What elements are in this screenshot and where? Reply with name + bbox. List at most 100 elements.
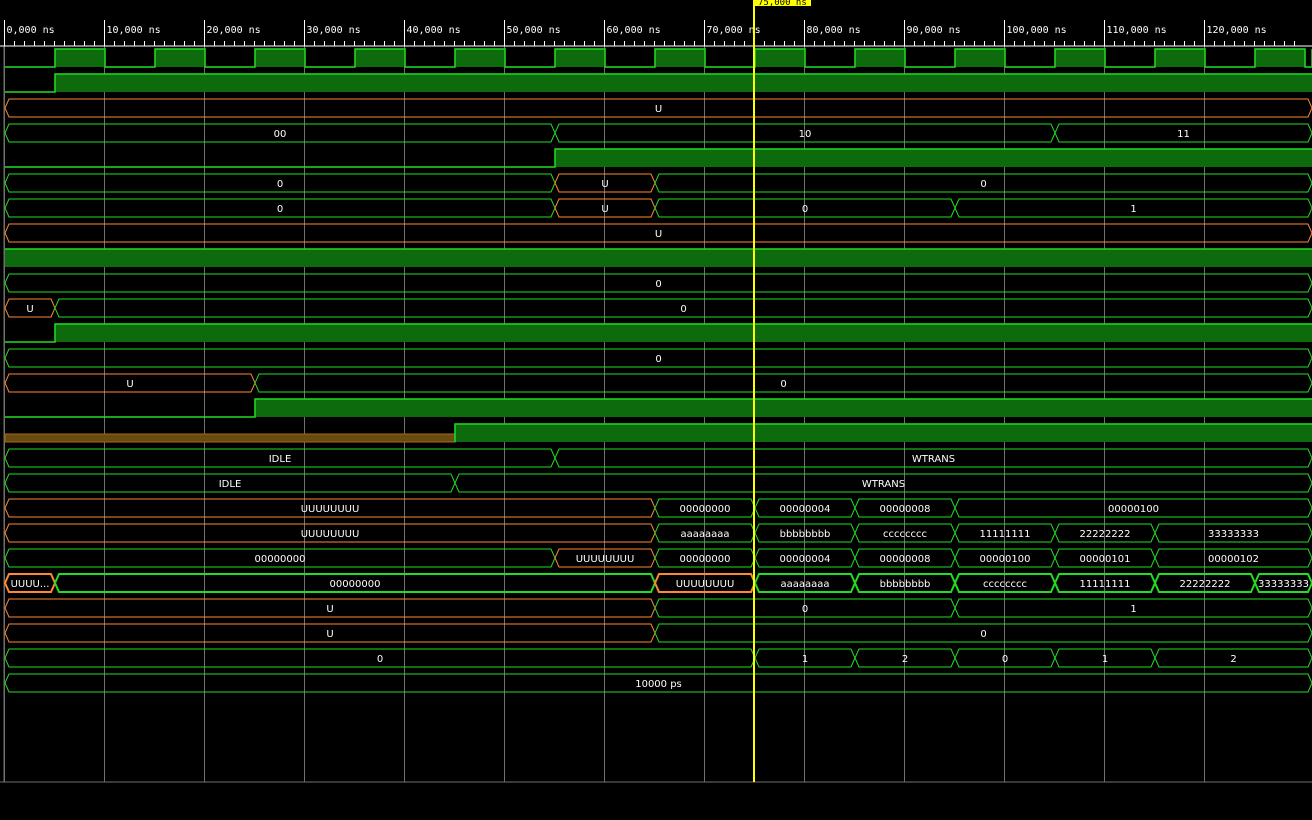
signal-row — [5, 48, 1312, 68]
bus-value: 0 — [377, 654, 383, 665]
signal-row: U0 — [4, 373, 1312, 393]
bus-value: 00000004 — [780, 504, 831, 515]
bit-undefined — [4, 433, 456, 443]
bus-value: 0 — [655, 354, 661, 365]
signal-row: U — [4, 98, 1312, 118]
bus-value: 22222222 — [1180, 579, 1231, 590]
bus-value: U — [26, 304, 33, 315]
signal-row — [5, 73, 1312, 93]
bus-value: 10000 ps — [635, 679, 682, 690]
signal-row: 0 U 0 — [4, 173, 1312, 193]
bus-value: 1 — [1130, 204, 1136, 215]
bus-value: 33333333 — [1208, 529, 1259, 540]
bit-high — [555, 149, 1312, 167]
bus-value: bbbbbbbb — [780, 529, 831, 540]
bus-value: 0 — [1002, 654, 1008, 665]
signal-row: 0 — [4, 273, 1312, 293]
signal-row: 10000 ps — [4, 673, 1312, 693]
tick-label: 100,000 ns — [1007, 25, 1067, 36]
clock-high — [55, 49, 105, 67]
signal-row: U — [4, 223, 1312, 243]
signal-row: UUUU... 00000000 UUUUUUUU aaaaaaaa bbbbbbbb c… — [3, 573, 1312, 593]
bus-value: cccccccc — [983, 579, 1027, 590]
bus-value: 0 — [680, 304, 686, 315]
bus-value: UUUUUUUU — [301, 529, 360, 540]
tick-label: 50,000 ns — [507, 25, 561, 36]
tick-label: 30,000 ns — [307, 25, 361, 36]
bus-value: 2 — [902, 654, 908, 665]
tick-label: 40,000 ns — [407, 25, 461, 36]
signal-row: IDLE WTRANS — [4, 473, 1312, 493]
tick-label: 0,000 ns — [7, 25, 55, 36]
bus-value: 11 — [1177, 129, 1190, 140]
clock-high — [1055, 49, 1105, 67]
bus-value: 11111111 — [980, 529, 1031, 540]
signal-row: 0 1 2 0 1 2 — [4, 648, 1312, 668]
bit-high — [55, 324, 1312, 342]
clock-high — [655, 49, 705, 67]
status-area — [0, 783, 1312, 820]
bus-value: 1 — [1102, 654, 1108, 665]
bus-value: bbbbbbbb — [880, 579, 931, 590]
bus-value: 1 — [802, 654, 808, 665]
tick-label: 120,000 ns — [1207, 25, 1267, 36]
bus-value: U — [601, 204, 608, 215]
bus-value: 0 — [655, 279, 661, 290]
clock-high — [255, 49, 305, 67]
bus-value: 10 — [799, 129, 812, 140]
clock-high — [955, 49, 1005, 67]
clock-high — [755, 49, 805, 67]
signal-row — [5, 398, 1312, 418]
bus-value: 00000000 — [680, 554, 731, 565]
bus-value: aaaaaaaa — [680, 529, 729, 540]
bus-value: 2 — [1230, 654, 1236, 665]
clock-high — [1155, 49, 1205, 67]
signal-row: 0 U 0 1 — [4, 198, 1312, 218]
bus-value: WTRANS — [912, 454, 955, 465]
bus-value: IDLE — [269, 454, 292, 465]
signal-row: IDLE WTRANS — [4, 448, 1312, 468]
signal-row: 00 10 11 — [4, 123, 1312, 143]
signal-row — [5, 248, 1312, 267]
bus-value: UUUU... — [11, 579, 50, 590]
bus-value: U — [326, 604, 333, 615]
clock-high — [1255, 49, 1305, 67]
bus-value: 33333333 — [1258, 579, 1309, 590]
bus-value: 00000008 — [880, 504, 931, 515]
bus-value: 00000004 — [780, 554, 831, 565]
bus-value: 00000100 — [980, 554, 1031, 565]
bus-value: 0 — [980, 179, 986, 190]
signal-row: 0 — [4, 348, 1312, 368]
bus-value: 11111111 — [1080, 579, 1131, 590]
bus-value: 0 — [802, 604, 808, 615]
signal-traces[interactable]: U00 10 110 U 00 U 0 1U0U 00U 0IDLE WTRANSIDLE WTRAN… — [3, 48, 1312, 693]
bus-value: U — [326, 629, 333, 640]
bus-value: U — [126, 379, 133, 390]
signal-row: U0 — [4, 623, 1312, 643]
time-ruler[interactable]: 0,000 ns 10,000 ns 20,000 ns 30,000 ns 40,00… — [0, 20, 1312, 47]
bus-value: 00000000 — [255, 554, 306, 565]
bus-value: UUUUUUUU — [676, 579, 735, 590]
signal-row: 00000000 UUUUUUUU 00000000 00000004 00000008… — [4, 548, 1312, 568]
bus-value: U — [655, 104, 662, 115]
bit-high — [455, 424, 1312, 442]
waveform-viewer[interactable]: 0,000 ns 10,000 ns 20,000 ns 30,000 ns 40,00… — [0, 0, 1312, 820]
signal-row: U0 — [4, 298, 1312, 318]
bus-value: cccccccc — [883, 529, 927, 540]
tick-label: 20,000 ns — [207, 25, 261, 36]
bus-value: 0 — [802, 204, 808, 215]
clock-high — [455, 49, 505, 67]
bus-value: aaaaaaaa — [780, 579, 829, 590]
tick-label: 10,000 ns — [107, 25, 161, 36]
bus-value: 00000008 — [880, 554, 931, 565]
signal-row — [4, 423, 1312, 443]
clock-high — [555, 49, 605, 67]
bus-value: 00000101 — [1080, 554, 1131, 565]
tick-label: 80,000 ns — [807, 25, 861, 36]
tick-label: 70,000 ns — [707, 25, 761, 36]
signal-row: U 0 1 — [4, 598, 1312, 618]
clock-high — [855, 49, 905, 67]
bus-value: 0 — [780, 379, 786, 390]
tick-label: 110,000 ns — [1107, 25, 1167, 36]
bus-value: 00000000 — [680, 504, 731, 515]
